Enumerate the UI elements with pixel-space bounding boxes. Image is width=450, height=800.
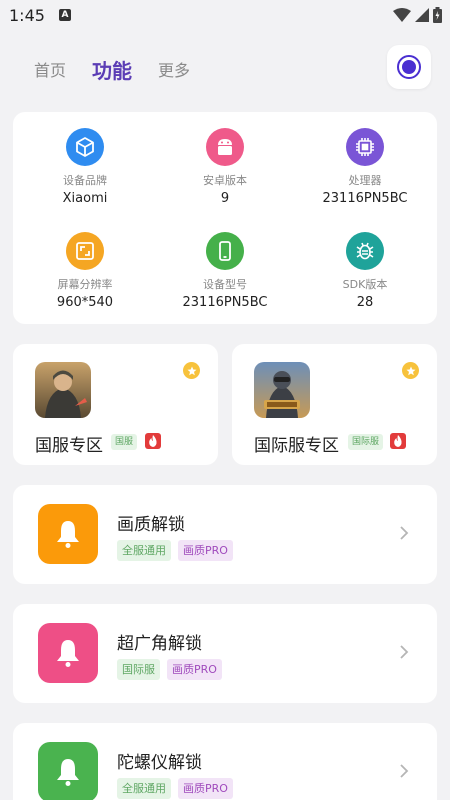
feature-tag: 画质PRO xyxy=(167,659,222,680)
bell-icon xyxy=(38,623,98,683)
feature-tag: 国际服 xyxy=(117,659,160,680)
feature-tag: 画质PRO xyxy=(178,540,233,561)
info-value: 28 xyxy=(356,295,374,310)
info-sdk-version: SDK版本 28 xyxy=(295,232,435,310)
info-android-version: 安卓版本 9 xyxy=(155,128,295,206)
info-label: 处理器 xyxy=(348,174,382,187)
top-tabs: 首页 功能 更多 xyxy=(34,54,216,84)
feature-card-graphics-unlock[interactable]: 画质解锁 全服通用 画质PRO xyxy=(13,485,437,584)
tab-features[interactable]: 功能 xyxy=(92,55,132,84)
status-bar: 1:45 A xyxy=(0,0,450,32)
server-tag: 国服 xyxy=(111,434,138,450)
game-cover-image xyxy=(254,362,310,418)
tab-more[interactable]: 更多 xyxy=(158,57,190,81)
info-label: 安卓版本 xyxy=(203,174,247,187)
sdk-bug-icon xyxy=(346,232,384,270)
screen-resolution-icon xyxy=(66,232,104,270)
record-icon xyxy=(397,55,421,79)
feature-title: 画质解锁 xyxy=(117,515,185,535)
server-name: 国际服专区 xyxy=(254,436,339,456)
feature-tag: 全服通用 xyxy=(117,778,171,799)
info-value: 960*540 xyxy=(56,295,114,310)
chevron-right-icon xyxy=(400,645,409,659)
bell-icon xyxy=(38,742,98,800)
info-label: 设备品牌 xyxy=(63,174,107,187)
chevron-right-icon xyxy=(400,764,409,778)
cube-icon xyxy=(66,128,104,166)
status-time: 1:45 xyxy=(9,6,45,25)
star-icon xyxy=(402,362,419,379)
star-icon xyxy=(183,362,200,379)
feature-title: 陀螺仪解锁 xyxy=(117,753,202,773)
record-button[interactable] xyxy=(387,45,431,89)
server-card-cn[interactable]: 国服专区 国服 xyxy=(13,344,218,465)
chip-icon xyxy=(346,128,384,166)
info-label: 设备型号 xyxy=(203,278,247,291)
info-value: 23116PN5BC xyxy=(322,191,408,206)
feature-card-wide-angle-unlock[interactable]: 超广角解锁 国际服 画质PRO xyxy=(13,604,437,703)
feature-tag: 全服通用 xyxy=(117,540,171,561)
feature-title: 超广角解锁 xyxy=(117,634,202,654)
info-value: 23116PN5BC xyxy=(182,295,268,310)
chevron-right-icon xyxy=(400,526,409,540)
info-value: 9 xyxy=(220,191,230,206)
info-processor: 处理器 23116PN5BC xyxy=(295,128,435,206)
wifi-icon xyxy=(393,8,411,22)
fire-icon xyxy=(145,433,161,449)
feature-card-gyroscope-unlock[interactable]: 陀螺仪解锁 全服通用 画质PRO xyxy=(13,723,437,800)
server-card-global[interactable]: 国际服专区 国际服 xyxy=(232,344,437,465)
game-cover-image xyxy=(35,362,91,418)
android-icon xyxy=(206,128,244,166)
server-name: 国服专区 xyxy=(35,436,103,456)
notification-a-icon: A xyxy=(59,9,71,21)
feature-tag: 画质PRO xyxy=(178,778,233,799)
device-info-card: 设备品牌 Xiaomi 安卓版本 9 处理器 23116PN5BC 屏幕分辨率 … xyxy=(13,112,437,324)
fire-icon xyxy=(390,433,406,449)
phone-icon xyxy=(206,232,244,270)
bell-icon xyxy=(38,504,98,564)
info-label: SDK版本 xyxy=(342,278,388,291)
server-tag: 国际服 xyxy=(348,434,384,450)
info-device-brand: 设备品牌 Xiaomi xyxy=(15,128,155,206)
info-device-model: 设备型号 23116PN5BC xyxy=(155,232,295,310)
info-value: Xiaomi xyxy=(62,191,108,206)
signal-icon xyxy=(415,8,429,22)
info-screen-resolution: 屏幕分辨率 960*540 xyxy=(15,232,155,310)
tab-home[interactable]: 首页 xyxy=(34,57,66,81)
battery-icon xyxy=(433,7,442,23)
info-label: 屏幕分辨率 xyxy=(57,278,113,291)
